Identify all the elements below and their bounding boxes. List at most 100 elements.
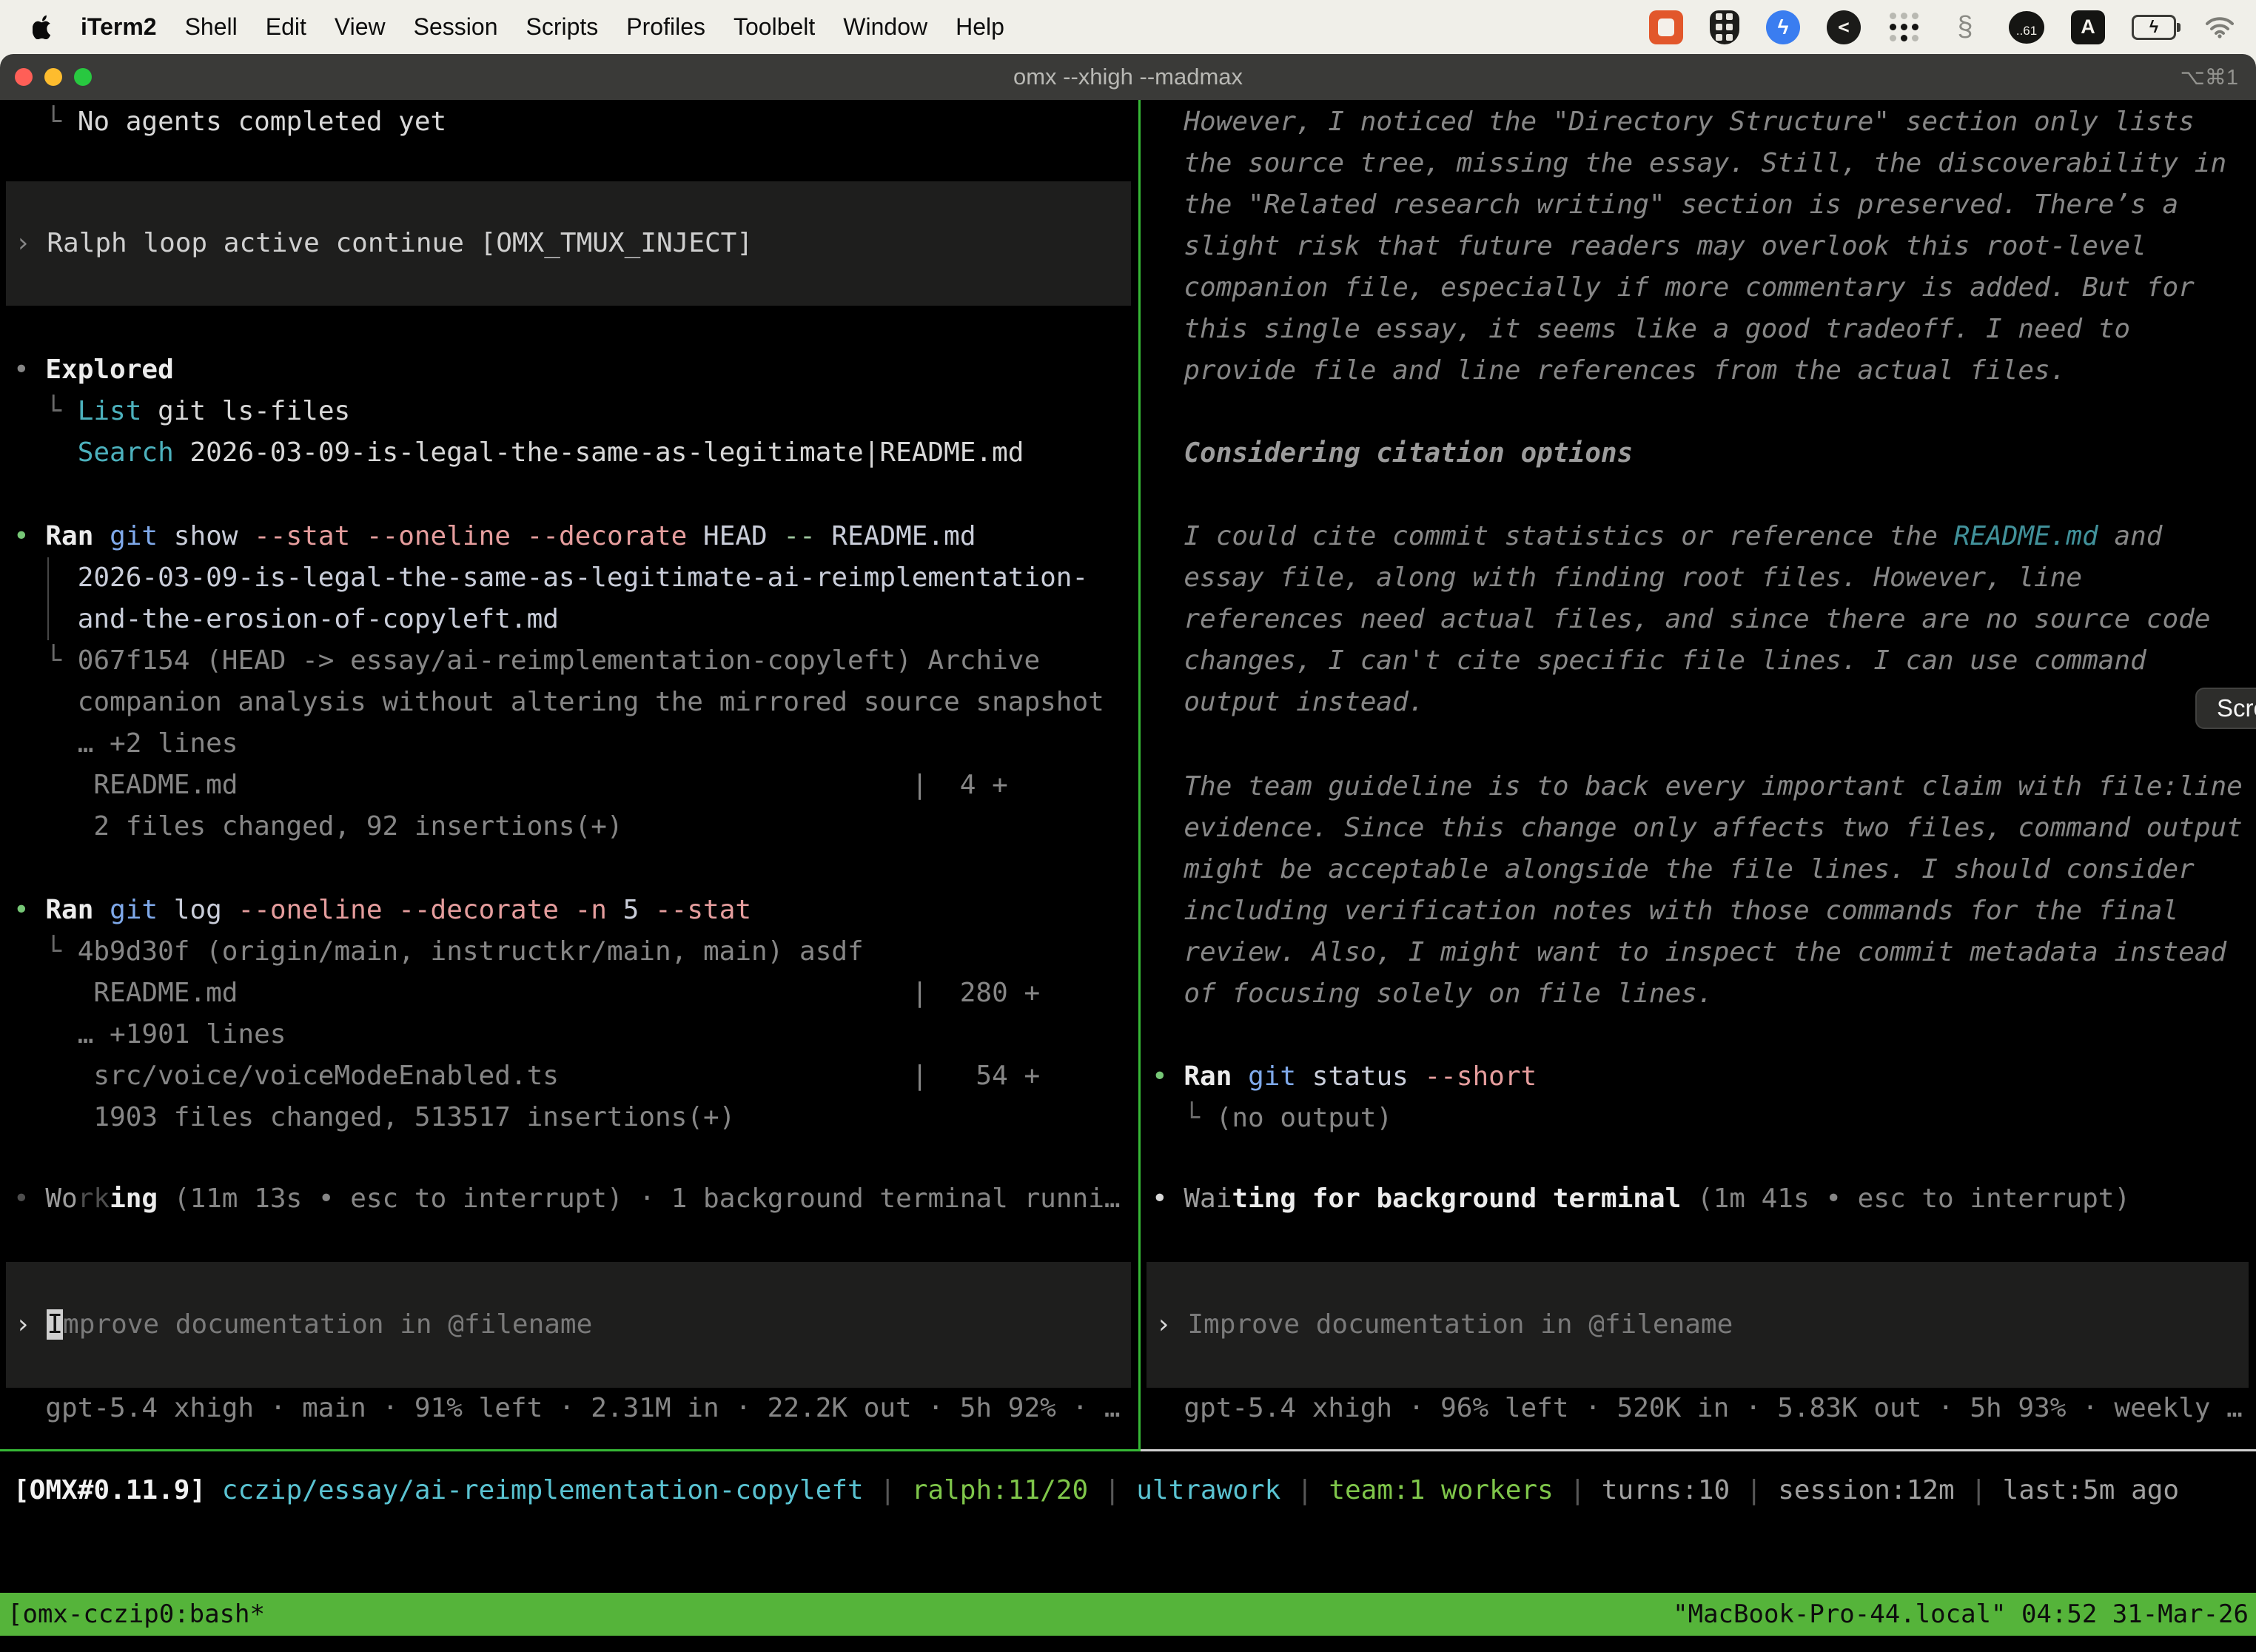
terminal-line: gpt-5.4 xhigh · 96% left · 520K in · 5.8… [1152,1388,2256,1429]
terminal-line: and-the-erosion-of-copyleft.md [13,599,1138,640]
terminal-line: changes, I can't cite specific file line… [1152,640,2256,682]
left-terminal-pane: └ No agents completed yet › Ralph loop ac… [0,100,1138,1449]
gauge-label: ..61 [2016,24,2037,38]
terminal-block: └ No agents completed yet [0,101,1138,143]
terminal-line: └ 067f154 (HEAD -> essay/ai-reimplementa… [13,640,1138,682]
terminal-line: the source tree, missing the essay. Stil… [1152,143,2256,184]
terminal-line: companion analysis without altering the … [13,682,1138,723]
minimize-button[interactable] [44,68,62,86]
window-shortcut-badge: ⌥⌘1 [2180,64,2238,90]
terminal-block: gpt-5.4 xhigh · main · 91% left · 2.31M … [0,1388,1138,1429]
terminal-line: › Improve documentation in @filename [1155,1304,2249,1346]
terminal-line: › Improve documentation in @filename [15,1304,1131,1346]
terminal-line: of focusing solely on file lines. [1152,973,2256,1015]
screenshot-button[interactable]: Scre [2195,688,2256,729]
ralph-inject-banner: › Ralph loop active continue [OMX_TMUX_I… [6,181,1131,306]
terminal-line: • Explored [13,349,1138,391]
terminal-line: … +2 lines [13,723,1138,765]
right-terminal-pane: However, I noticed the "Directory Struct… [1141,100,2256,1449]
menu-item-view[interactable]: View [335,13,386,41]
terminal-block: gpt-5.4 xhigh · 96% left · 520K in · 5.8… [1141,1388,2256,1429]
terminal-line: • Ran git show --stat --oneline --decora… [13,516,1138,557]
terminal-line: README.md | 280 + [13,973,1138,1014]
terminal-line: └ List git ls-files [13,391,1138,432]
terminal-block: • Working (11m 13s • esc to interrupt) ·… [0,1178,1138,1220]
terminal-block: The team guideline is to back every impo… [1141,766,2256,1015]
terminal-area: └ No agents completed yet › Ralph loop ac… [0,100,2256,1449]
terminal-line: 2026-03-09-is-legal-the-same-as-legitima… [13,557,1138,599]
omx-status-line: [OMX#0.11.9] cczip/essay/ai-reimplementa… [13,1470,2179,1511]
window-title-bar: omx --xhigh --madmax ⌥⌘1 [0,54,2256,100]
tmux-session-label: [omx-cczip0:bash* [7,1599,265,1629]
menu-item-iterm2[interactable]: iTerm2 [81,13,157,41]
prompt-input-right[interactable]: › Improve documentation in @filename [1147,1262,2249,1388]
terminal-line: └ (no output) [1152,1098,2256,1139]
menu-item-edit[interactable]: Edit [266,13,306,41]
terminal-line: I could cite commit statistics or refere… [1152,516,2256,557]
terminal-line: evidence. Since this change only affects… [1152,807,2256,849]
prompt-input-left[interactable]: › Improve documentation in @filename [6,1262,1131,1388]
terminal-line: output instead. [1152,682,2256,723]
shield-app-icon[interactable] [1710,10,1739,44]
squiggle-app-icon[interactable]: § [1948,10,1982,44]
terminal-line: • Waiting for background terminal (1m 41… [1152,1178,2256,1220]
terminal-block: • Ran git log --oneline --decorate -n 5 … [0,890,1138,1138]
terminal-line: references need actual files, and since … [1152,599,2256,640]
chat-app-icon[interactable] [1649,10,1683,44]
terminal-line: provide file and line references from th… [1152,350,2256,392]
menu-item-profiles[interactable]: Profiles [626,13,705,41]
terminal-block: Considering citation options [1141,433,2256,474]
terminal-line: 2 files changed, 92 insertions(+) [13,806,1138,847]
terminal-line: [OMX#0.11.9] cczip/essay/ai-reimplementa… [13,1470,2179,1511]
tmux-host-clock-label: "MacBook-Pro-44.local" 04:52 31-Mar-26 [1673,1599,2249,1629]
terminal-line: might be acceptable alongside the file l… [1152,849,2256,890]
terminal-line: The team guideline is to back every impo… [1152,766,2256,807]
tmux-status-bar: [omx-cczip0:bash* "MacBook-Pro-44.local"… [0,1593,2256,1636]
terminal-block: • Ran git status --short └ (no output) [1141,1056,2256,1139]
terminal-line: the "Related research writing" section i… [1152,184,2256,226]
tree-guide-line [47,557,49,640]
terminal-block: • Waiting for background terminal (1m 41… [1141,1178,2256,1220]
close-button[interactable] [15,68,33,86]
badge-app-icon[interactable]: ϟ [1766,10,1800,44]
menu-item-shell[interactable]: Shell [185,13,238,41]
terminal-line: However, I noticed the "Directory Struct… [1152,101,2256,143]
terminal-line: src/voice/voiceModeEnabled.ts | 54 + [13,1055,1138,1097]
terminal-block: I could cite commit statistics or refere… [1141,516,2256,723]
terminal-line: … +1901 lines [13,1014,1138,1055]
dots-grid-icon[interactable] [1887,10,1921,44]
terminal-line: README.md | 4 + [13,765,1138,806]
terminal-line: • Working (11m 13s • esc to interrupt) ·… [13,1178,1138,1220]
pane-divider[interactable] [1138,100,1141,1449]
terminal-line: this single essay, it seems like a good … [1152,309,2256,350]
terminal-line: including verification notes with those … [1152,890,2256,932]
terminal-line: • Ran git log --oneline --decorate -n 5 … [13,890,1138,931]
terminal-block: • Explored └ List git ls-files Search 20… [0,349,1138,474]
input-source-icon[interactable]: A [2071,10,2105,44]
terminal-line: └ 4b9d30f (origin/main, instructkr/main,… [13,931,1138,973]
apple-menu-icon[interactable] [33,15,53,39]
traffic-lights [15,68,92,86]
menu-item-session[interactable]: Session [414,13,498,41]
menu-item-help[interactable]: Help [956,13,1004,41]
terminal-line: companion file, especially if more comme… [1152,267,2256,309]
terminal-line: essay file, along with finding root file… [1152,557,2256,599]
battery-icon[interactable]: ϟ [2132,15,2176,40]
menu-item-window[interactable]: Window [843,13,927,41]
terminal-block: However, I noticed the "Directory Struct… [1141,101,2256,392]
terminal-line: 1903 files changed, 513517 insertions(+) [13,1097,1138,1138]
terminal-line: slight risk that future readers may over… [1152,226,2256,267]
right-pane-bottom-border [1141,1449,2256,1451]
terminal-line: gpt-5.4 xhigh · main · 91% left · 2.31M … [13,1388,1138,1429]
zoom-button[interactable] [74,68,92,86]
menu-item-toolbelt[interactable]: Toolbelt [733,13,815,41]
input-source-label: A [2081,16,2095,38]
orb-app-icon[interactable]: < [1827,10,1861,44]
gauge-icon[interactable]: ..61 [2009,11,2044,44]
menu-item-scripts[interactable]: Scripts [526,13,598,41]
terminal-line: review. Also, I might want to inspect th… [1152,932,2256,973]
terminal-line: Considering citation options [1152,433,2256,474]
macos-menu-bar: iTerm2 Shell Edit View Session Scripts Profile… [0,0,2256,54]
wifi-icon[interactable] [2203,10,2237,44]
terminal-line: › Ralph loop active continue [OMX_TMUX_I… [15,223,1131,264]
